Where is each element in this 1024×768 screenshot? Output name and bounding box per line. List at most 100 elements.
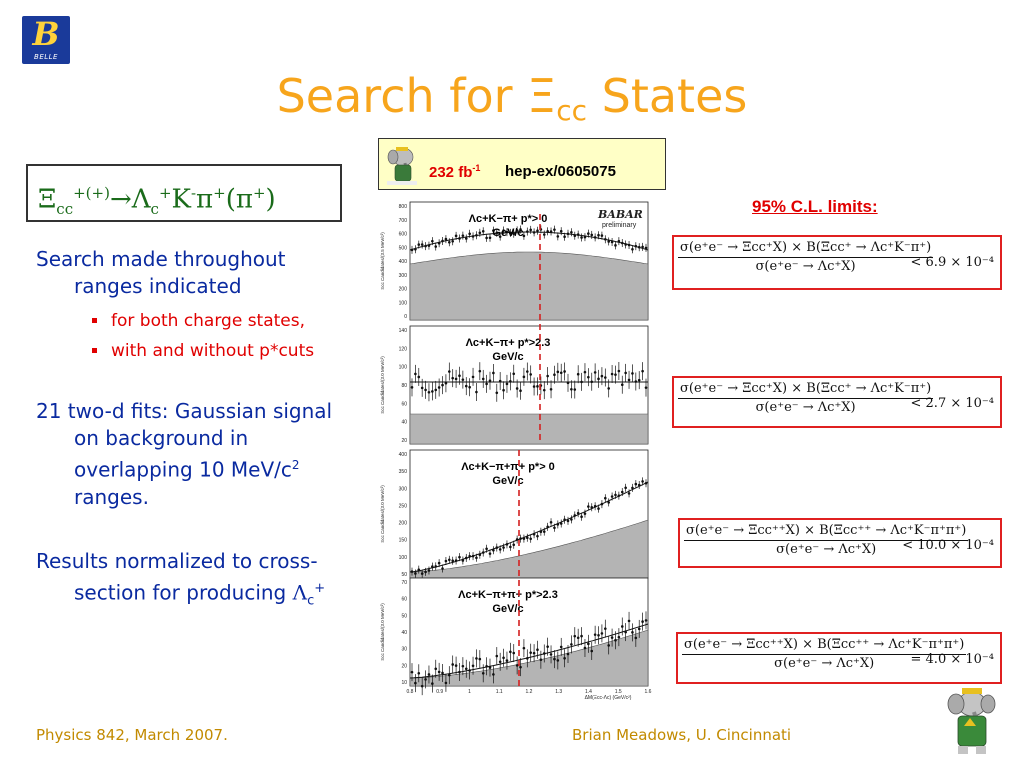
p2-line2: on background in bbox=[74, 426, 249, 450]
panel-unit: GeV/c bbox=[492, 227, 523, 239]
decay-lambda-sub: c bbox=[150, 199, 159, 218]
data-point bbox=[553, 228, 556, 231]
data-point bbox=[485, 382, 488, 386]
x-tick-label: 0.8 bbox=[407, 689, 414, 695]
y-tick-label: 20 bbox=[401, 663, 407, 669]
data-point bbox=[593, 371, 597, 374]
y-tick-label: 50 bbox=[401, 613, 407, 619]
y-tick-label: 300 bbox=[399, 486, 408, 492]
data-point bbox=[600, 374, 604, 378]
data-point bbox=[410, 386, 414, 389]
y-tick-label: 600 bbox=[399, 232, 408, 238]
data-point bbox=[488, 552, 492, 555]
luminosity-exponent: -1 bbox=[472, 163, 481, 173]
y-tick-label: 400 bbox=[399, 452, 408, 458]
footer-author: Brian Meadows, U. Cincinnati bbox=[572, 726, 792, 744]
x-axis-label: ΔM(Ξcc-Λc) (GeV/c²) bbox=[585, 695, 632, 700]
x-tick-label: 1 bbox=[468, 689, 471, 695]
data-point bbox=[614, 638, 617, 642]
data-point bbox=[458, 374, 461, 378]
title-suffix: States bbox=[587, 69, 748, 123]
data-point bbox=[570, 643, 573, 646]
data-point bbox=[417, 671, 421, 675]
data-point bbox=[583, 646, 587, 650]
data-point bbox=[414, 372, 417, 376]
y-tick-label: 20 bbox=[401, 438, 407, 444]
data-point bbox=[634, 636, 638, 640]
data-point bbox=[519, 665, 522, 669]
data-point bbox=[515, 387, 519, 390]
panel-label: Λc+K−π+ p*>2.3 bbox=[466, 337, 551, 349]
data-point bbox=[485, 236, 488, 240]
data-point bbox=[617, 635, 621, 639]
p3-sup: + bbox=[314, 581, 326, 596]
data-point bbox=[448, 240, 451, 244]
y-tick-label: 40 bbox=[401, 630, 407, 636]
data-point bbox=[444, 237, 448, 241]
decay-lambda-sup: + bbox=[158, 184, 172, 202]
y-tick-label: 300 bbox=[399, 273, 408, 279]
data-point bbox=[478, 369, 482, 373]
data-point bbox=[431, 390, 434, 393]
data-point bbox=[431, 682, 434, 685]
data-point bbox=[481, 377, 485, 381]
data-point bbox=[587, 505, 590, 508]
data-point bbox=[631, 372, 634, 375]
data-point bbox=[417, 243, 421, 246]
y-tick-label: 100 bbox=[399, 555, 408, 561]
belle-logo-caption: BELLE bbox=[34, 53, 58, 61]
luminosity: 232 fb-1 bbox=[429, 163, 480, 181]
data-point bbox=[420, 243, 424, 246]
p3-line2: section for producing Λc+ bbox=[36, 575, 325, 615]
data-point bbox=[437, 561, 441, 565]
data-point bbox=[573, 634, 577, 638]
y-tick-label: 120 bbox=[399, 346, 408, 352]
data-point bbox=[492, 673, 495, 676]
data-point bbox=[542, 233, 546, 236]
p2-line3: overlapping 10 MeV/c2 bbox=[36, 452, 332, 484]
data-point bbox=[576, 372, 580, 376]
data-point bbox=[461, 378, 465, 381]
data-point bbox=[451, 663, 454, 666]
data-point bbox=[641, 620, 644, 623]
data-point bbox=[590, 649, 594, 653]
data-point bbox=[614, 373, 617, 376]
data-point bbox=[580, 634, 583, 638]
mass-distribution-plots: 800 700 600 500 400 300 200 100 0 Ξcc Candidates/… bbox=[376, 194, 652, 700]
data-point bbox=[509, 650, 512, 654]
data-point bbox=[505, 382, 509, 386]
list-item: with and without p*cuts bbox=[92, 336, 314, 366]
data-point bbox=[495, 654, 499, 658]
data-point bbox=[597, 377, 600, 381]
data-point bbox=[559, 229, 563, 233]
y-tick-label: 350 bbox=[399, 469, 408, 475]
formula-numerator: σ(e⁺e⁻ → Ξcc⁺X) × B(Ξcc⁺ → Λc⁺K⁻π⁺) bbox=[678, 239, 934, 258]
data-point bbox=[461, 234, 465, 237]
data-point bbox=[576, 636, 580, 640]
data-point bbox=[604, 627, 607, 630]
data-point bbox=[502, 546, 505, 549]
data-point bbox=[427, 673, 431, 676]
y-axis-label: Ξcc Candidates/(3.0 MeV/c²) bbox=[380, 356, 385, 414]
data-point bbox=[515, 664, 519, 667]
formula-limit-value: < 6.9 × 10⁻⁴ bbox=[910, 255, 994, 270]
paragraph-fits: 21 two-d fits: Gaussian signal on backgr… bbox=[36, 398, 332, 511]
data-point bbox=[478, 657, 482, 661]
data-point bbox=[427, 391, 431, 394]
y-tick-label: 400 bbox=[399, 259, 408, 265]
y-axis-label: Ξcc Candidates/(3.5 MeV/c²) bbox=[380, 232, 385, 290]
data-point bbox=[637, 378, 641, 382]
panel-label: Λc+K−π+π+ p*> 0 bbox=[461, 461, 555, 473]
background-fill bbox=[409, 251, 649, 321]
data-point bbox=[529, 373, 532, 376]
decay-xi-sup: +(+) bbox=[73, 184, 110, 202]
list-item: for both charge states, bbox=[92, 306, 314, 336]
data-point bbox=[444, 559, 448, 563]
data-point bbox=[468, 385, 471, 389]
data-point bbox=[587, 232, 590, 235]
data-point bbox=[570, 387, 573, 391]
limits-title: 95% C.L. limits: bbox=[752, 197, 878, 216]
luminosity-value: 232 fb bbox=[429, 164, 473, 181]
decay-xi: Ξ bbox=[38, 184, 57, 215]
data-point bbox=[556, 659, 560, 662]
